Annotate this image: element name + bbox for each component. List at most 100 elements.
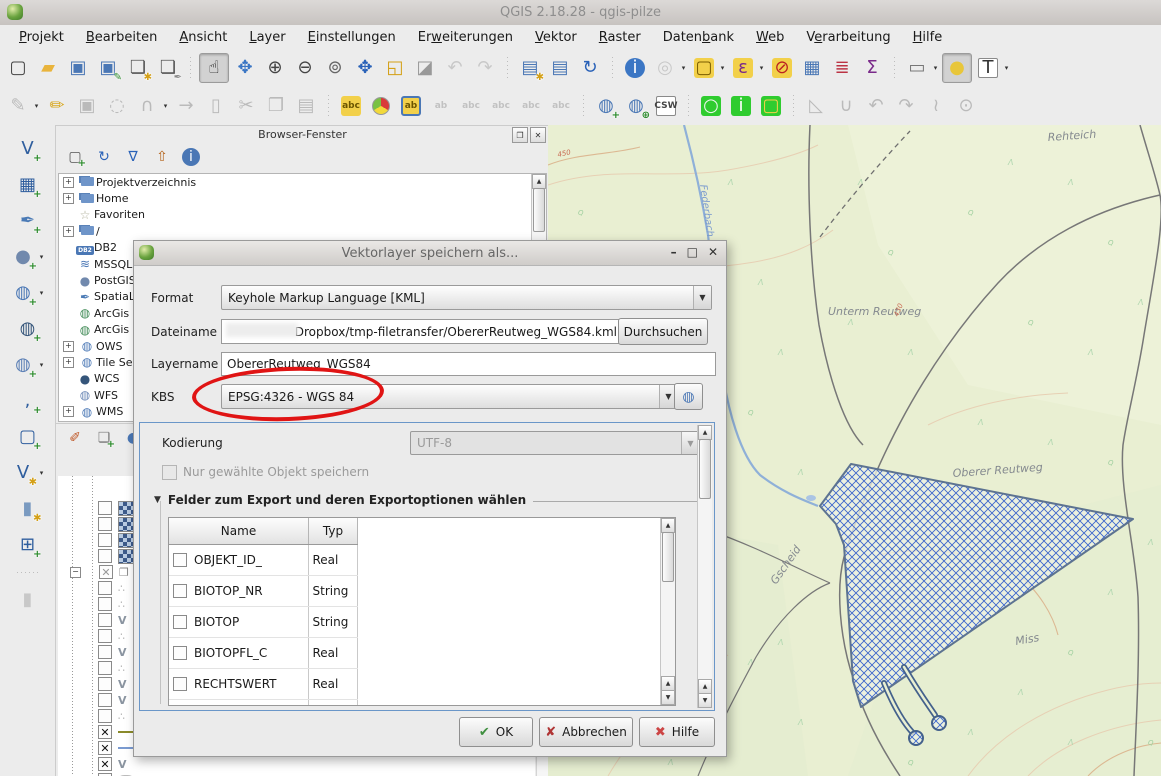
field-checkbox[interactable] xyxy=(173,584,187,598)
select-by-expression-button[interactable]: ε xyxy=(729,54,757,82)
layer-style-manager-button[interactable]: ✐ xyxy=(64,427,86,449)
current-edits-dropdown-icon[interactable]: ▾ xyxy=(32,102,41,110)
browser-close-button[interactable]: ✕ xyxy=(530,127,546,143)
tree-item-favoriten[interactable]: ☆Favoriten xyxy=(59,207,546,223)
filter-browser-button[interactable]: ∇ xyxy=(122,146,144,168)
layer-visibility-checkbox[interactable] xyxy=(98,501,112,515)
add-delimited-text-layer-button[interactable]: ,+ xyxy=(14,387,42,415)
filename-input[interactable]: Dropbox/tmp-filetransfer/ObererReutweg_W… xyxy=(221,319,623,344)
metasearch-add-wms-button[interactable]: ◍+ xyxy=(592,92,620,120)
layer-visibility-checkbox[interactable] xyxy=(98,597,112,611)
dialog-scrollbar[interactable]: ▲ ▲ ▼ xyxy=(697,425,712,708)
table-row[interactable] xyxy=(169,700,358,707)
zoom-in-button[interactable]: ⊕ xyxy=(261,54,289,82)
tree-item-home[interactable]: +Home xyxy=(59,190,546,206)
add-wms-layer-dropdown-icon[interactable]: ▾ xyxy=(37,289,46,297)
table-row[interactable]: BIOTOPString xyxy=(169,607,358,638)
menu-item-ansicht[interactable]: Ansicht xyxy=(168,27,238,48)
toggle-editing-button[interactable]: ✏ xyxy=(43,92,71,120)
expand-icon[interactable]: + xyxy=(63,226,74,237)
dialog-minimize-button[interactable]: – xyxy=(671,245,677,259)
scroll-down-icon[interactable]: ▼ xyxy=(661,690,675,705)
pan-map-button[interactable]: ☝ xyxy=(199,53,229,83)
expand-icon[interactable]: + xyxy=(63,357,74,368)
pan-map-to-selection-button[interactable]: ✥ xyxy=(231,54,259,82)
zoom-out-button[interactable]: ⊖ xyxy=(291,54,319,82)
metasearch-search-button[interactable]: ◍⊕ xyxy=(622,92,650,120)
chevron-down-icon[interactable]: ▼ xyxy=(693,286,711,309)
table-row[interactable]: RECHTSWERTReal xyxy=(169,669,358,700)
open-attribute-table-button[interactable]: ▦ xyxy=(798,54,826,82)
expand-icon[interactable]: + xyxy=(63,406,74,417)
add-wfs-layer-button[interactable]: ◍+ xyxy=(9,351,37,379)
collapse-all-button[interactable]: ⇧ xyxy=(151,146,173,168)
collapse-icon[interactable]: − xyxy=(70,567,81,578)
expand-icon[interactable]: + xyxy=(63,341,74,352)
add-arcgis-layer-button[interactable]: ◍+ xyxy=(14,315,42,343)
menu-item-raster[interactable]: Raster xyxy=(588,27,652,48)
plugin-zoom-button[interactable]: ○ xyxy=(697,92,725,120)
menu-item-bearbeiten[interactable]: Bearbeiten xyxy=(75,27,168,48)
menu-item-verarbeitung[interactable]: Verarbeitung xyxy=(795,27,901,48)
add-raster-layer-button[interactable]: ▦+ xyxy=(14,171,42,199)
select-by-expression-dropdown-icon[interactable]: ▾ xyxy=(757,64,766,72)
field-checkbox[interactable] xyxy=(173,615,187,629)
select-features-dropdown-icon[interactable]: ▾ xyxy=(718,64,727,72)
layer-visibility-checkbox[interactable] xyxy=(98,581,112,595)
browse-button[interactable]: Durchsuchen xyxy=(618,318,708,345)
layer-diagram-button[interactable] xyxy=(367,92,395,120)
menu-item-projekt[interactable]: Projekt xyxy=(8,27,75,48)
layer-visibility-checkbox[interactable] xyxy=(98,517,112,531)
table-scrollbar[interactable]: ▲ ▲ ▼ xyxy=(660,518,675,705)
zoom-to-selection-button[interactable]: ◪ xyxy=(411,54,439,82)
scrollbar-thumb[interactable] xyxy=(533,188,545,232)
scroll-up-icon[interactable]: ▲ xyxy=(698,425,712,440)
fields-group-header[interactable]: ▼ Felder zum Export und deren Exportopti… xyxy=(154,493,702,507)
new-temporary-scratch-layer-dropdown-icon[interactable]: ▾ xyxy=(37,469,46,477)
map-tips-button[interactable]: ● xyxy=(942,53,972,83)
deselect-all-button[interactable]: ⊘ xyxy=(768,54,796,82)
field-checkbox[interactable] xyxy=(173,677,187,691)
zoom-native-resolution-button[interactable]: ⊚ xyxy=(321,54,349,82)
show-bookmarks-button[interactable]: ▤ xyxy=(546,54,574,82)
menu-item-datenbank[interactable]: Datenbank xyxy=(652,27,745,48)
field-checkbox[interactable] xyxy=(173,646,187,660)
run-feature-action-dropdown-icon[interactable]: ▾ xyxy=(679,64,688,72)
column-header-name[interactable]: Name xyxy=(169,518,309,545)
scroll-up-icon[interactable]: ▲ xyxy=(698,679,712,694)
format-select[interactable]: Keyhole Markup Language [KML] ▼ xyxy=(221,285,712,310)
cancel-button[interactable]: ✘ Abbrechen xyxy=(539,717,633,747)
new-shapefile-layer-button[interactable]: ▢+ xyxy=(14,423,42,451)
table-row[interactable]: OBJEKT_ID_Real xyxy=(169,545,358,576)
layer-visibility-checkbox[interactable] xyxy=(98,533,112,547)
layer-visibility-checkbox[interactable] xyxy=(98,549,112,563)
properties-widget-button[interactable]: i xyxy=(180,146,202,168)
add-postgis-layer-button[interactable]: ●+ xyxy=(9,243,37,271)
refresh-browser-button[interactable]: ↻ xyxy=(93,146,115,168)
add-wfs-layer-dropdown-icon[interactable]: ▾ xyxy=(37,361,46,369)
layer-visibility-checkbox[interactable] xyxy=(98,645,112,659)
measure-line-button[interactable]: ▭ xyxy=(903,54,931,82)
fields-export-table[interactable]: Name Typ OBJEKT_ID_RealBIOTOP_NRStringBI… xyxy=(168,517,676,706)
layer-visibility-checkbox[interactable]: ✕ xyxy=(98,725,112,739)
save-project-button[interactable]: ▣ xyxy=(64,54,92,82)
layer-visibility-checkbox[interactable] xyxy=(98,629,112,643)
menu-item-erweiterungen[interactable]: Erweiterungen xyxy=(407,27,524,48)
gps-tools-button[interactable]: ▮✱ xyxy=(14,495,42,523)
add-spatialite-layer-button[interactable]: ✒+ xyxy=(14,207,42,235)
add-vector-layer-button[interactable]: V+ xyxy=(14,135,42,163)
add-group-button[interactable]: ❏+ xyxy=(93,427,115,449)
add-postgis-layer-dropdown-icon[interactable]: ▾ xyxy=(37,253,46,261)
statistical-summary-button[interactable]: Σ xyxy=(858,54,886,82)
select-features-button[interactable]: ▢ xyxy=(690,54,718,82)
layer-visibility-checkbox[interactable] xyxy=(98,693,112,707)
dialog-close-button[interactable]: ✕ xyxy=(708,245,718,259)
scroll-down-icon[interactable]: ▼ xyxy=(698,693,712,708)
layer-visibility-checkbox[interactable] xyxy=(98,677,112,691)
column-header-typ[interactable]: Typ xyxy=(309,518,358,545)
menu-item-hilfe[interactable]: Hilfe xyxy=(902,27,954,48)
expand-icon[interactable]: + xyxy=(63,193,74,204)
help-button[interactable]: ✖ Hilfe xyxy=(639,717,715,747)
field-calculator-button[interactable]: ≣ xyxy=(828,54,856,82)
new-temporary-scratch-layer-button[interactable]: V✱ xyxy=(9,459,37,487)
